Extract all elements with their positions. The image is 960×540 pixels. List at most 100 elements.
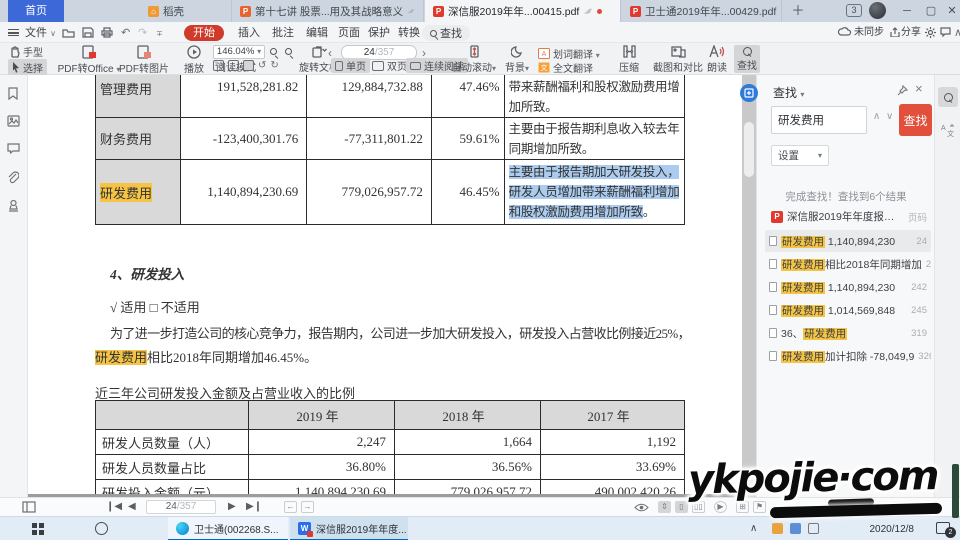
user-avatar[interactable]: [869, 2, 886, 19]
tab-pdf-sangfor[interactable]: P 深信服2019年年...00415.pdf: [425, 0, 621, 22]
translate-float-button[interactable]: [740, 84, 758, 102]
find-input[interactable]: [771, 106, 867, 134]
view-back-icon[interactable]: ←: [284, 501, 297, 513]
menu-tab-comment[interactable]: 批注: [272, 25, 294, 41]
stamp-icon[interactable]: [7, 199, 20, 212]
find-panel-title[interactable]: 查找 ▾: [773, 84, 804, 101]
hamburger-icon[interactable]: [8, 29, 19, 36]
tray-icon[interactable]: [790, 523, 801, 534]
menu-tab-protect[interactable]: 保护: [368, 25, 390, 41]
select-tool[interactable]: 选择: [8, 59, 47, 76]
zoom-in-icon[interactable]: [285, 46, 292, 58]
next-result-icon[interactable]: ∨: [886, 111, 893, 122]
redo-icon[interactable]: ↷: [138, 25, 147, 41]
rotate-left-icon[interactable]: ↺: [258, 60, 266, 71]
tab-ppt-doc[interactable]: P 第十七讲 股票...用及其战略意义: [232, 0, 424, 22]
hand-tool[interactable]: 手型: [10, 44, 43, 59]
find-settings-dropdown[interactable]: 设置▾: [771, 145, 829, 166]
scrollbar-thumb[interactable]: [744, 122, 754, 177]
attachment-icon[interactable]: [7, 171, 19, 184]
play-view-icon[interactable]: ▶: [714, 501, 727, 513]
minimize-button[interactable]: ─: [898, 0, 916, 22]
menu-tab-page[interactable]: 页面: [338, 25, 360, 41]
tray-icon[interactable]: [808, 523, 819, 534]
search-result-item[interactable]: 研发费用 1,140,894,230 24: [765, 230, 931, 252]
read-aloud-button[interactable]: 朗读: [702, 45, 732, 74]
sync-status[interactable]: 未同步: [854, 25, 884, 41]
zoom-out-icon[interactable]: [270, 46, 277, 58]
bookmark-icon[interactable]: [7, 87, 19, 100]
menu-tab-start[interactable]: 开始: [184, 25, 224, 41]
search-result-item[interactable]: 研发费用相比2018年同期增加 24: [765, 253, 931, 275]
word-translate-button[interactable]: A 划词翻译 ▾: [538, 46, 600, 61]
tray-expand-icon[interactable]: ∧: [750, 523, 757, 534]
close-panel-icon[interactable]: ×: [915, 81, 923, 96]
search-result-item[interactable]: 研发费用 1,014,569,848 245: [765, 299, 931, 321]
continuous-view-icon[interactable]: ⇕: [658, 501, 671, 513]
open-icon[interactable]: [62, 27, 75, 38]
background-button[interactable]: 背景▾: [500, 45, 534, 74]
find-button[interactable]: 查找: [734, 45, 760, 73]
menu-tab-insert[interactable]: 插入: [238, 25, 260, 41]
first-page-icon[interactable]: ❙◀: [106, 501, 122, 512]
play-button[interactable]: 播放: [176, 45, 212, 75]
tab-docer[interactable]: ⌂ 稻壳: [140, 0, 232, 22]
translate-tool-icon[interactable]: A文: [940, 123, 955, 137]
undo-icon[interactable]: ↶: [121, 25, 130, 41]
close-button[interactable]: ✕: [944, 0, 960, 22]
search-result-item[interactable]: 研发费用加计扣除 -78,049,9 326: [765, 345, 931, 367]
compress-button[interactable]: 压缩: [612, 45, 646, 74]
search-result-item[interactable]: 36、研发费用 319: [765, 322, 931, 344]
home-tab[interactable]: 首页: [8, 0, 64, 22]
fit-width-icon[interactable]: [243, 60, 254, 71]
menu-find[interactable]: 查找: [422, 25, 470, 41]
rotate-right-icon[interactable]: ↻: [270, 60, 278, 71]
tab-pdf-westone[interactable]: P 卫士通2019年年...00429.pdf: [622, 0, 782, 22]
window-count-badge[interactable]: 3: [846, 4, 862, 17]
share-label[interactable]: 分享: [901, 25, 921, 41]
single-page-view-icon[interactable]: ▯: [675, 501, 688, 513]
actual-size-icon[interactable]: 1:1: [213, 60, 224, 71]
flag-icon[interactable]: ⚑: [753, 501, 766, 513]
search-result-item[interactable]: 研发费用 1,140,894,230 242: [765, 276, 931, 298]
taskbar-date[interactable]: 2020/12/8: [862, 524, 914, 535]
view-forward-icon[interactable]: →: [301, 501, 314, 513]
comments-icon[interactable]: [7, 143, 20, 154]
menu-tab-edit[interactable]: 编辑: [306, 25, 328, 41]
taskbar-item-edge[interactable]: 卫士通(002268.S...: [168, 517, 288, 540]
prev-page-icon[interactable]: ◀: [128, 501, 136, 512]
search-cortana-button[interactable]: [95, 522, 108, 535]
menu-tab-convert[interactable]: 转换: [398, 25, 420, 41]
full-translate-button[interactable]: 文 全文翻译: [538, 60, 593, 75]
sidebar-toggle-icon[interactable]: [22, 501, 36, 513]
two-page-view-icon[interactable]: ▯▯: [692, 501, 705, 513]
find-submit-button[interactable]: 查找: [899, 104, 932, 136]
pdf-to-image-button[interactable]: PDF转图片: [112, 45, 176, 75]
document-area[interactable]: 管理费用 191,528,281.82 129,884,732.88 47.46…: [28, 75, 756, 497]
status-page-box[interactable]: 24/357: [146, 500, 216, 514]
zoom-level-select[interactable]: 146.04% ▾: [213, 45, 265, 59]
taskbar-item-wps[interactable]: W 深信服2019年年度...: [290, 517, 408, 540]
snapshot-compare-button[interactable]: 截图和对比: [648, 45, 708, 74]
collapse-ribbon-icon[interactable]: ∧: [954, 25, 960, 41]
feedback-icon[interactable]: [940, 27, 951, 37]
start-button[interactable]: [32, 523, 37, 528]
fit-page-icon[interactable]: [228, 60, 239, 71]
gear-icon[interactable]: [925, 27, 936, 38]
save-icon[interactable]: [82, 27, 94, 38]
thumbnails-icon[interactable]: [7, 115, 20, 127]
prev-result-icon[interactable]: ∧: [873, 111, 880, 122]
autoscroll-button[interactable]: 自动滚动▾: [448, 45, 500, 74]
result-file-header[interactable]: P 深信服2019年年度报告202... 页码: [771, 209, 927, 224]
print-icon[interactable]: [101, 27, 113, 38]
new-tab-button[interactable]: ＋: [790, 0, 806, 22]
tray-icon[interactable]: [772, 523, 783, 534]
more-tools-icon[interactable]: ∓: [156, 25, 163, 41]
last-page-icon[interactable]: ▶❙: [246, 501, 262, 512]
maximize-button[interactable]: ▢: [922, 0, 940, 22]
share-icon[interactable]: [890, 27, 900, 37]
cloud-sync-icon[interactable]: [838, 27, 852, 37]
single-page-view[interactable]: 单页: [331, 58, 370, 73]
find-tool-active[interactable]: [938, 87, 958, 107]
fit-window-icon[interactable]: ⊞: [736, 501, 749, 513]
